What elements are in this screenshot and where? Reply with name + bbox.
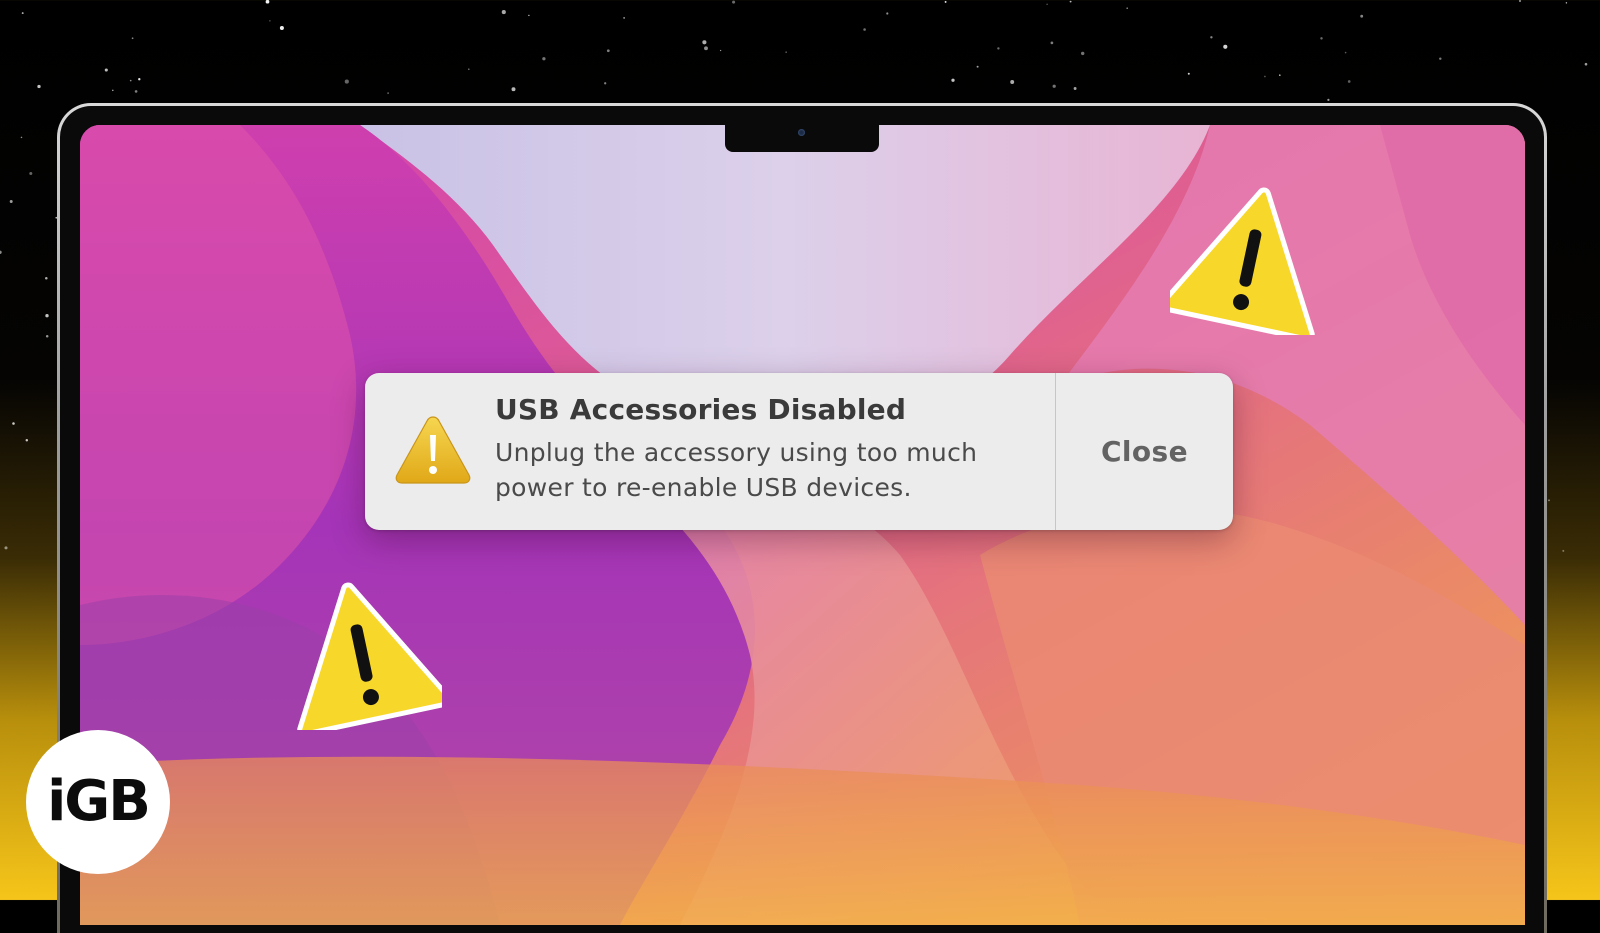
star — [1046, 3, 1048, 5]
star — [269, 20, 271, 22]
star — [29, 171, 33, 176]
notification-message: Unplug the accessory using too much powe… — [495, 438, 978, 502]
star — [1126, 7, 1128, 9]
star — [1548, 499, 1550, 502]
star — [976, 65, 979, 68]
camera-icon — [798, 129, 805, 136]
star — [134, 90, 138, 93]
star — [37, 84, 41, 89]
warning-triangle-icon — [297, 582, 442, 730]
notification-title: USB Accessories Disabled — [495, 393, 907, 426]
star — [129, 79, 132, 82]
star — [1050, 41, 1054, 45]
close-button[interactable]: Close — [1056, 373, 1233, 530]
star — [1210, 36, 1213, 39]
page: { "notification": { "title": "USB Access… — [0, 0, 1600, 933]
star — [265, 0, 270, 4]
star — [886, 12, 889, 15]
star — [702, 40, 707, 45]
star — [4, 546, 8, 550]
star — [1052, 84, 1056, 88]
star — [468, 68, 470, 70]
star — [1187, 72, 1190, 75]
star — [1010, 80, 1015, 84]
star — [528, 14, 530, 17]
star — [1565, 2, 1568, 4]
star — [12, 422, 15, 425]
star — [25, 439, 29, 442]
star — [1344, 51, 1347, 54]
star — [1347, 80, 1351, 83]
star — [1081, 51, 1085, 56]
star — [1279, 74, 1281, 76]
usb-notification-banner: USB Accessories Disabled Unplug the acce… — [365, 373, 1233, 530]
warning-sticker-top-right — [1170, 185, 1330, 335]
star — [863, 28, 866, 31]
star — [0, 250, 2, 254]
star — [1518, 0, 1522, 3]
star — [45, 334, 49, 338]
warning-triangle-icon — [395, 416, 471, 484]
warning-sticker-bottom-left — [282, 580, 442, 730]
star — [1584, 62, 1588, 66]
star — [704, 46, 708, 51]
star — [112, 89, 114, 92]
star — [732, 0, 736, 4]
star — [20, 136, 23, 139]
screen-notch — [725, 124, 879, 152]
star — [279, 25, 284, 31]
star — [1439, 57, 1442, 60]
igb-logo: iGB — [26, 730, 170, 874]
star — [1223, 44, 1228, 49]
star — [604, 82, 607, 85]
star — [944, 0, 947, 3]
star — [785, 51, 787, 53]
star — [1320, 37, 1323, 40]
star — [623, 17, 625, 19]
star — [1562, 549, 1565, 552]
logo-text: iGB — [47, 769, 151, 834]
star — [1069, 0, 1072, 3]
star — [45, 314, 49, 318]
star — [45, 277, 48, 280]
star — [501, 10, 506, 15]
warning-triangle-icon — [1170, 187, 1315, 335]
star — [997, 47, 1000, 50]
star — [1264, 75, 1266, 78]
star — [131, 37, 134, 40]
star — [606, 49, 610, 53]
star — [387, 92, 389, 94]
star — [1327, 98, 1330, 102]
star — [1073, 87, 1077, 90]
star — [21, 12, 24, 15]
star — [719, 49, 722, 52]
star — [138, 78, 141, 81]
star — [542, 57, 546, 61]
star — [1360, 14, 1364, 18]
star — [951, 78, 955, 82]
star — [104, 68, 108, 72]
star — [344, 79, 349, 84]
star — [9, 200, 13, 203]
star — [511, 87, 516, 92]
